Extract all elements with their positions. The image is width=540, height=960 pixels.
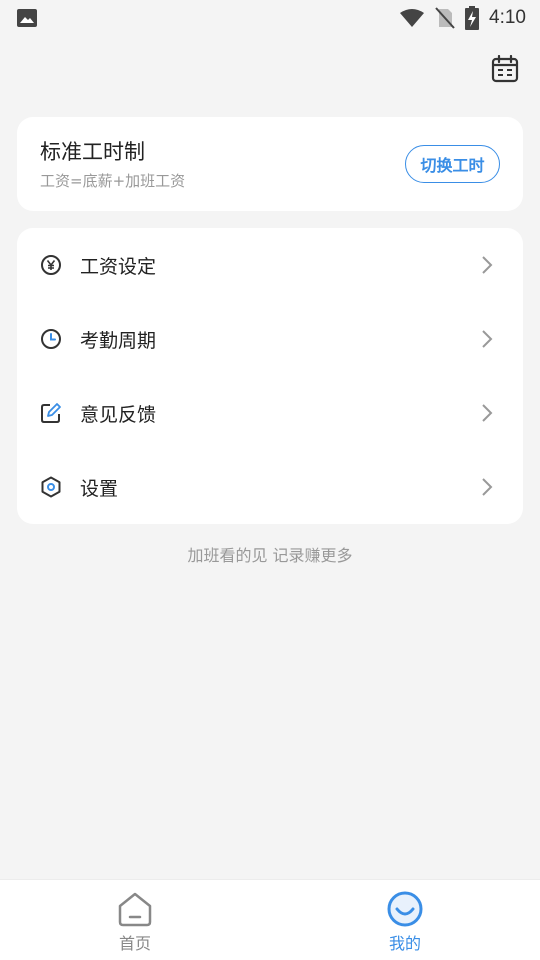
slogan: 加班看的见 记录赚更多 (187, 546, 353, 565)
yen-icon (41, 255, 61, 275)
work-mode-card: 标准工时制 工资=底薪+加班工资 切换工时 (17, 117, 523, 211)
menu-item-label: 意见反馈 (80, 403, 157, 426)
chevron-right-icon (482, 404, 493, 422)
menu-item-feedback[interactable]: 意见反馈 (17, 376, 523, 450)
battery-charging-icon (465, 6, 480, 30)
switch-work-mode-button[interactable]: 切换工时 (405, 145, 500, 183)
menu-item-attendance-cycle[interactable]: 考勤周期 (17, 302, 523, 376)
tab-label: 首页 (118, 934, 151, 953)
clock-icon (41, 329, 61, 349)
chevron-right-icon (482, 478, 493, 496)
chevron-right-icon (482, 256, 493, 274)
calendar-icon (491, 55, 519, 83)
menu-item-label: 设置 (80, 477, 119, 500)
settings-hexagon-icon (41, 476, 61, 498)
chevron-right-icon (482, 330, 493, 348)
smile-icon (387, 891, 423, 927)
tab-mine[interactable]: 我的 (270, 880, 540, 960)
menu-item-settings[interactable]: 设置 (17, 450, 523, 524)
status-bar: 4:10 (0, 0, 540, 36)
work-mode-title: 标准工时制 (40, 140, 145, 164)
settings-menu: 工资设定 考勤周期 意见反馈 设置 (17, 228, 523, 524)
tab-label: 我的 (388, 934, 421, 953)
menu-item-label: 工资设定 (80, 255, 157, 278)
home-icon (118, 892, 152, 927)
edit-icon (41, 403, 61, 423)
no-sim-icon (435, 7, 455, 29)
menu-item-label: 考勤周期 (80, 329, 157, 352)
calendar-button[interactable] (488, 52, 522, 86)
work-mode-formula: 工资=底薪+加班工资 (40, 172, 186, 190)
image-icon (17, 9, 37, 27)
bottom-tab-bar: 首页 我的 (0, 879, 540, 960)
wifi-icon (400, 9, 425, 27)
tab-home[interactable]: 首页 (0, 880, 270, 960)
menu-item-salary-settings[interactable]: 工资设定 (17, 228, 523, 302)
status-time: 4:10 (489, 7, 526, 28)
